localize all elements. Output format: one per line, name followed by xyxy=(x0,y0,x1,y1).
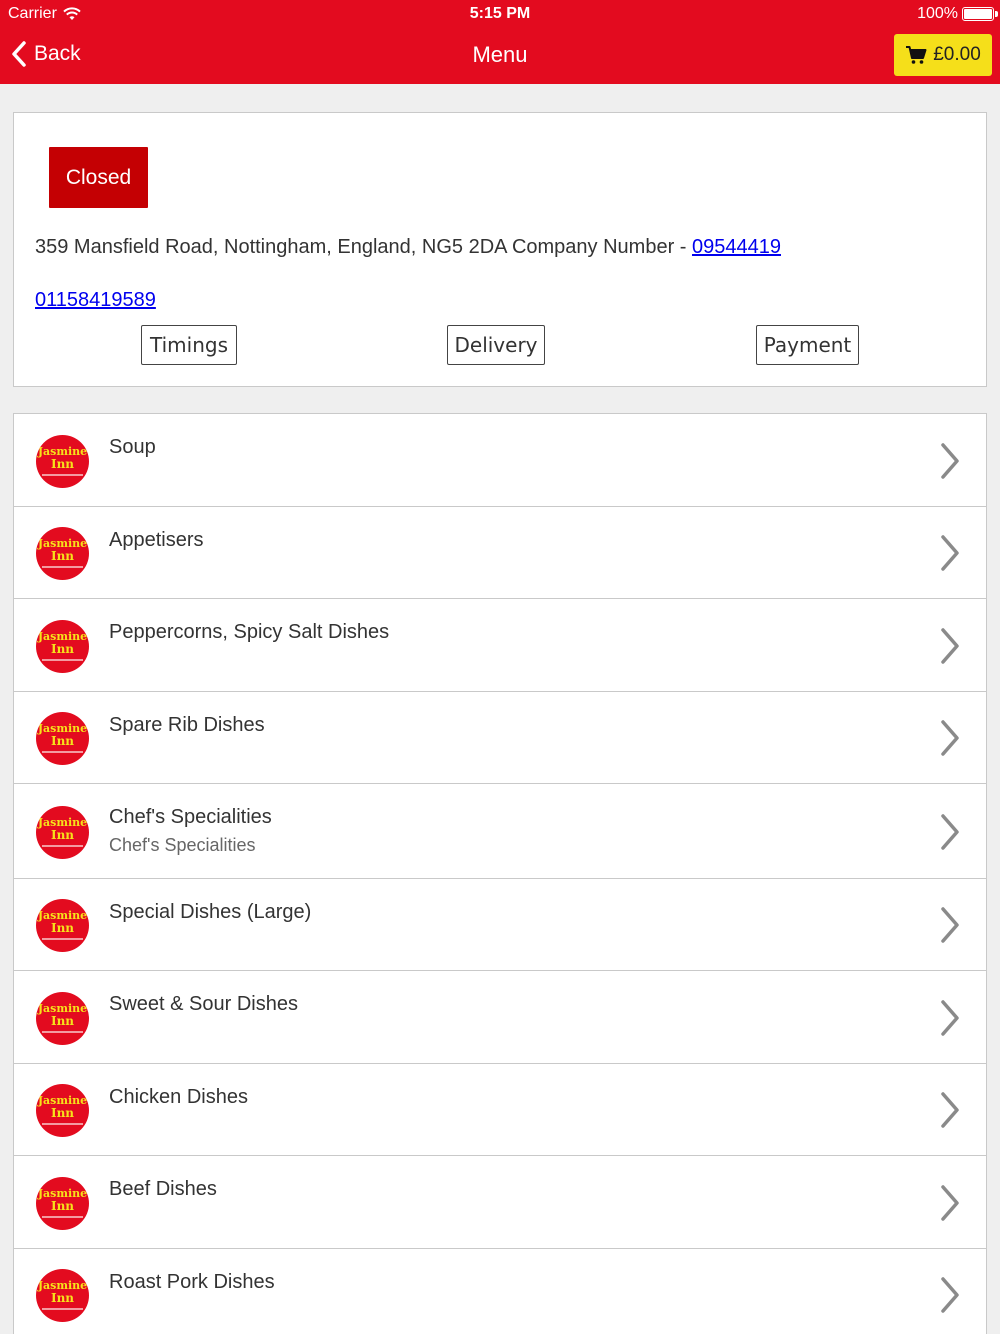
restaurant-logo: Jasmine Inn xyxy=(36,1176,89,1230)
category-list: Jasmine Inn Soup Jasmine Inn Appetisers Jasmin… xyxy=(13,413,987,1334)
category-row[interactable]: Jasmine Inn Sweet & Sour Dishes xyxy=(14,971,986,1064)
restaurant-info-card: Closed 359 Mansfield Road, Nottingham, E… xyxy=(13,112,987,387)
battery-percent: 100% xyxy=(917,5,958,22)
logo-text-line1: Jasmine xyxy=(37,722,88,735)
phone-line: 01158419589 xyxy=(35,289,156,312)
cart-icon xyxy=(906,46,927,64)
restaurant-logo: Jasmine Inn xyxy=(36,619,89,673)
status-time: 5:15 PM xyxy=(469,5,531,22)
logo-text-line2: Inn xyxy=(50,549,75,563)
phone-link[interactable]: 01158419589 xyxy=(35,289,156,311)
category-row[interactable]: Jasmine Inn Chicken Dishes xyxy=(14,1064,986,1156)
restaurant-logo: Jasmine Inn xyxy=(36,434,89,488)
chevron-right-icon xyxy=(941,535,959,571)
chevron-right-icon xyxy=(941,1184,959,1221)
logo-text-line1: Jasmine xyxy=(37,444,88,458)
category-row[interactable]: Jasmine Inn Soup xyxy=(14,414,986,507)
logo-text-line1: Jasmine xyxy=(37,629,88,643)
restaurant-logo: Jasmine Inn xyxy=(36,1269,89,1322)
restaurant-logo: Jasmine Inn xyxy=(36,712,89,765)
restaurant-logo: Jasmine Inn xyxy=(36,527,89,580)
category-title: Chef's Specialities xyxy=(109,806,272,828)
logo-text-line2: Inn xyxy=(50,1106,75,1120)
restaurant-logo: Jasmine Inn xyxy=(36,805,89,859)
logo-text-line1: Jasmine xyxy=(37,1094,88,1107)
page-title: Menu xyxy=(472,42,528,67)
category-title: Appetisers xyxy=(109,529,204,551)
logo-text-line1: Jasmine xyxy=(37,537,88,550)
status-badge: Closed xyxy=(49,147,148,208)
category-row[interactable]: Jasmine Inn Spare Rib Dishes xyxy=(14,692,986,784)
chevron-right-icon xyxy=(941,1092,959,1128)
logo-text-line1: Jasmine xyxy=(37,815,88,829)
delivery-button[interactable]: Delivery xyxy=(447,325,545,365)
chevron-right-icon xyxy=(941,813,959,850)
logo-text-line2: Inn xyxy=(50,641,75,656)
restaurant-logo: Jasmine Inn xyxy=(36,899,89,952)
logo-text-line1: Jasmine xyxy=(37,909,88,922)
chevron-right-icon xyxy=(941,442,959,479)
chevron-right-icon xyxy=(941,1277,959,1313)
logo-text-line1: Jasmine xyxy=(37,1186,88,1200)
chevron-right-icon xyxy=(941,720,959,756)
logo-text-line2: Inn xyxy=(50,456,75,471)
logo-text-line2: Inn xyxy=(50,1198,75,1213)
restaurant-logo: Jasmine Inn xyxy=(36,991,89,1045)
chevron-right-icon xyxy=(941,999,959,1036)
logo-text-line1: Jasmine xyxy=(37,1001,88,1015)
logo-text-line2: Inn xyxy=(50,1291,75,1305)
category-subtitle: Chef's Specialities xyxy=(109,835,256,855)
logo-text-line1: Jasmine xyxy=(37,1279,88,1292)
battery-icon xyxy=(962,7,998,21)
category-title: Chicken Dishes xyxy=(109,1086,248,1108)
category-title: Sweet & Sour Dishes xyxy=(109,993,298,1015)
category-title: Spare Rib Dishes xyxy=(109,714,265,736)
category-title: Beef Dishes xyxy=(109,1178,217,1200)
restaurant-logo: Jasmine Inn xyxy=(36,1084,89,1137)
cart-total: £0.00 xyxy=(933,44,981,65)
logo-text-line2: Inn xyxy=(50,921,75,935)
category-row[interactable]: Jasmine Inn Beef Dishes xyxy=(14,1156,986,1249)
timings-button[interactable]: Timings xyxy=(141,325,237,365)
category-row[interactable]: Jasmine Inn Appetisers xyxy=(14,507,986,599)
category-row[interactable]: Jasmine Inn Peppercorns, Spicy Salt Dishes xyxy=(14,599,986,692)
nav-bar: Carrier 5:15 PM 100% Back Menu £0.00 xyxy=(0,0,1000,84)
category-title: Soup xyxy=(109,436,156,458)
category-row[interactable]: Jasmine Inn Chef's Specialities Chef's Spec… xyxy=(14,784,986,879)
chevron-right-icon xyxy=(941,907,959,943)
address-line: 359 Mansfield Road, Nottingham, England,… xyxy=(35,236,781,259)
logo-text-line2: Inn xyxy=(50,1013,75,1028)
battery-status: 100% xyxy=(917,5,998,23)
payment-button[interactable]: Payment xyxy=(756,325,859,365)
address-text: 359 Mansfield Road, Nottingham, England,… xyxy=(35,236,693,258)
status-bar: Carrier 5:15 PM 100% xyxy=(0,0,1000,28)
category-row[interactable]: Jasmine Inn Special Dishes (Large) xyxy=(14,879,986,971)
category-title: Special Dishes (Large) xyxy=(109,901,312,923)
company-number-link[interactable]: 09544419 xyxy=(692,236,781,258)
category-row[interactable]: Jasmine Inn Roast Pork Dishes xyxy=(14,1249,986,1334)
cart-button[interactable]: £0.00 xyxy=(894,34,992,76)
logo-text-line2: Inn xyxy=(50,827,75,842)
category-title: Peppercorns, Spicy Salt Dishes xyxy=(109,621,390,643)
logo-text-line2: Inn xyxy=(50,734,75,748)
chevron-right-icon xyxy=(941,627,959,664)
category-title: Roast Pork Dishes xyxy=(109,1271,275,1293)
